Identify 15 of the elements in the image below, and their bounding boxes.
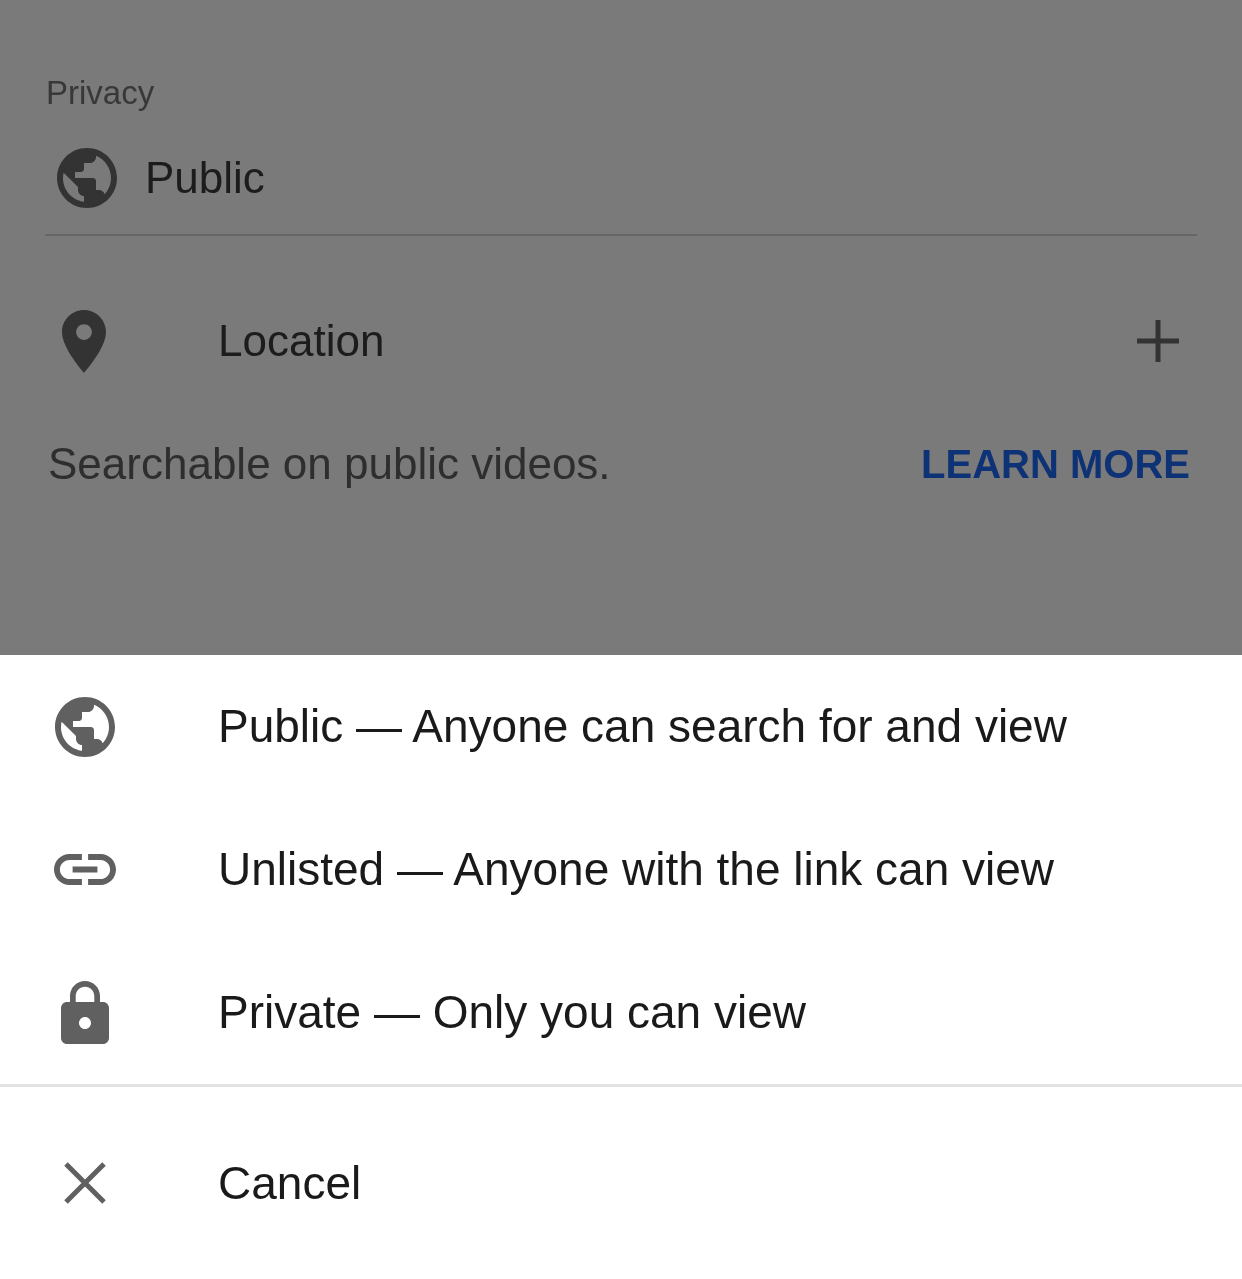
globe-icon	[55, 696, 115, 757]
cancel-button[interactable]: Cancel	[0, 1087, 1242, 1279]
privacy-field[interactable]: Public	[45, 122, 1197, 236]
info-text: Searchable on public videos.	[48, 438, 611, 490]
close-icon	[64, 1162, 106, 1204]
lock-icon	[61, 981, 109, 1044]
menu-item[interactable]: Public — Anyone can search for and view	[0, 655, 1242, 798]
menu-item[interactable]: Unlisted — Anyone with the link can view	[0, 798, 1242, 941]
plus-icon	[1137, 320, 1179, 362]
field-label: Privacy	[46, 73, 155, 113]
location-button[interactable]: Location	[0, 293, 1242, 389]
location-pin-icon	[62, 309, 106, 373]
globe-icon	[57, 148, 117, 208]
menu-item[interactable]: Private — Only you can view	[0, 941, 1242, 1084]
link-icon	[54, 854, 116, 885]
